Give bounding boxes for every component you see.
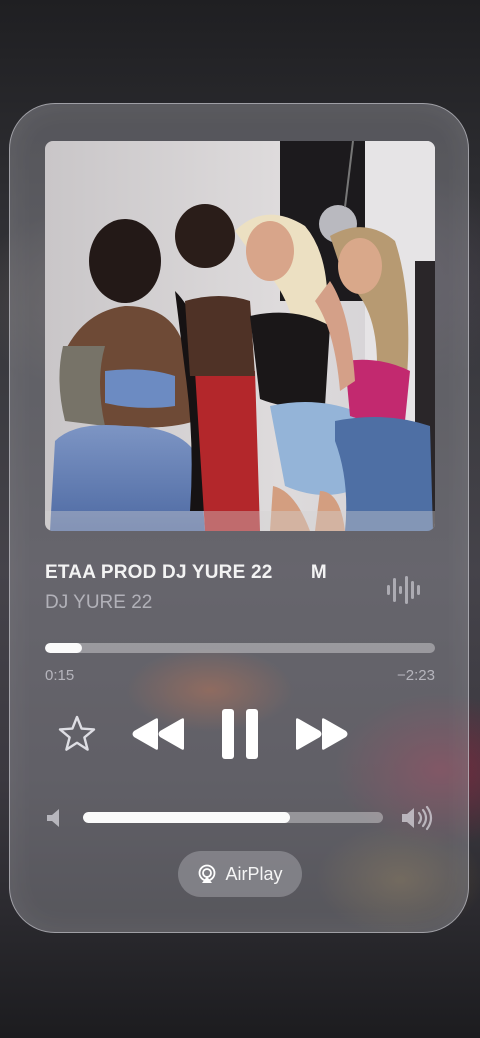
next-button[interactable]: [292, 714, 352, 754]
elapsed-time: 0:15: [45, 667, 75, 684]
volume-low-button: [44, 806, 68, 830]
speaker-high-icon: [402, 805, 433, 831]
favorite-button[interactable]: [56, 713, 98, 755]
track-title: ETAA PROD DJ YURE 22 M: [45, 562, 327, 583]
playback-progress-fill: [45, 643, 83, 653]
track-artist[interactable]: DJ YURE 22: [45, 592, 152, 614]
previous-button[interactable]: [128, 714, 188, 754]
airplay-icon: [199, 864, 216, 883]
pause-button[interactable]: [218, 707, 262, 761]
playback-scrubber[interactable]: [45, 643, 435, 653]
track-title-marquee: ETAA PROD DJ YURE 22 M: [45, 562, 375, 592]
volume-high-button: [400, 804, 436, 832]
rewind-icon: [132, 718, 184, 750]
waveform-icon: [386, 572, 422, 608]
speaker-low-icon: [47, 809, 59, 827]
airplay-button[interactable]: AirPlay: [178, 851, 302, 897]
volume-slider[interactable]: [83, 812, 383, 823]
remaining-time: −2:23: [397, 667, 435, 684]
airplay-label: AirPlay: [225, 863, 283, 884]
album-artwork: [45, 141, 435, 531]
fast-forward-icon: [296, 718, 348, 750]
volume-level-fill: [83, 812, 290, 823]
pause-icon: [222, 709, 258, 759]
star-icon: [58, 715, 96, 751]
